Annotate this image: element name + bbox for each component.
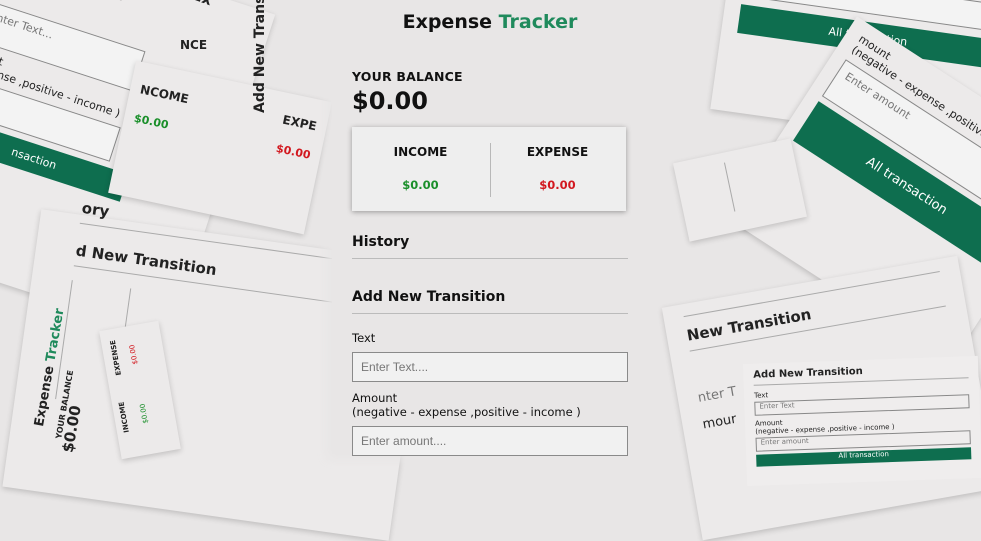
text-input[interactable] bbox=[352, 352, 628, 382]
expense-column: EXPENSE $0.00 bbox=[489, 127, 626, 211]
amount-input[interactable] bbox=[352, 426, 628, 456]
text-label: Text bbox=[352, 331, 376, 345]
balance-value: $0.00 bbox=[352, 87, 428, 115]
income-expense-summary: INCOME $0.00 EXPENSE $0.00 bbox=[352, 127, 626, 211]
summary-divider bbox=[490, 143, 491, 197]
history-heading: History bbox=[352, 234, 628, 259]
expense-label: EXPENSE bbox=[526, 145, 589, 159]
income-value: $0.00 bbox=[402, 178, 439, 192]
ghost-v-income-val: $0.00 bbox=[138, 403, 150, 425]
expense-tracker-app: Expense Tracker YOUR BALANCE $0.00 INCOM… bbox=[332, 0, 648, 456]
add-transition-heading: Add New Transition bbox=[352, 289, 628, 314]
ghost-v-expense: EXPENSE bbox=[108, 339, 123, 377]
background-copy-vertical-title: Add New Transition bbox=[252, 0, 295, 120]
income-column: INCOME $0.00 bbox=[352, 127, 489, 211]
ghost-income-label: NCOME bbox=[138, 82, 190, 107]
ghost-income-value: $0.00 bbox=[132, 111, 170, 132]
ghost-v-income: INCOME bbox=[117, 401, 131, 434]
amount-label: Amount bbox=[352, 391, 398, 405]
ghost-ex-text: Ex bbox=[190, 0, 290, 37]
income-label: INCOME bbox=[393, 145, 448, 159]
balance-label: YOUR BALANCE bbox=[352, 69, 463, 84]
ghost-v-expense-val: $0.00 bbox=[128, 343, 140, 366]
amount-hint: (negative - expense ,positive - income ) bbox=[352, 405, 581, 419]
title-expense: Expense bbox=[402, 11, 493, 33]
ghost-expense-value: $0.00 bbox=[274, 141, 312, 162]
expense-value: $0.00 bbox=[539, 178, 576, 192]
page-title: Expense Tracker bbox=[332, 11, 648, 33]
add-transition-form: Text Amount (negative - expense ,positiv… bbox=[352, 331, 628, 456]
background-copy-vertical-left: Expense Tracker YOUR BALANCE $0.00 bbox=[0, 307, 110, 454]
ghost-vertical-add-new-transition: Add New Transition bbox=[252, 0, 268, 113]
title-tracker: Tracker bbox=[498, 11, 578, 33]
background-copy-right-small: Add New Transition Text Enter Text Amoun… bbox=[742, 355, 981, 487]
